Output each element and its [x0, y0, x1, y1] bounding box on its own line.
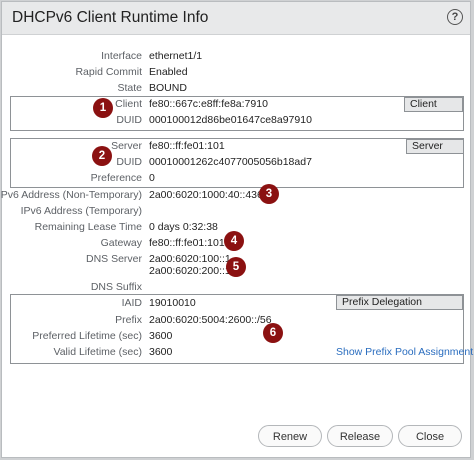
lease-time-value: 0 days 0:32:38: [149, 221, 218, 233]
ipv6-nontemp-row: IPv6 Address (Non-Temporary) 2a00:6020:1…: [0, 189, 470, 204]
dhcpv6-dialog: DHCPv6 Client Runtime Info ? Interface e…: [0, 1, 473, 458]
rapid-commit-value: Enabled: [149, 66, 188, 78]
prefix-row: Prefix 2a00:6020:5004:2600::/56: [2, 314, 470, 329]
state-value: BOUND: [149, 82, 187, 94]
state-label: State: [117, 82, 142, 94]
gateway-value: fe80::ff:fe01:101: [149, 237, 225, 249]
preferred-lifetime-value: 3600: [149, 330, 173, 342]
client-value: fe80::667c:e8ff:fe8a:7910: [149, 98, 268, 110]
preference-row: Preference 0: [2, 172, 470, 187]
client-label: Client: [115, 98, 142, 110]
annotation-badge-4: 4: [224, 231, 244, 251]
rapid-commit-row: Rapid Commit Enabled: [2, 66, 470, 81]
rapid-commit-label: Rapid Commit: [75, 66, 142, 78]
server-duid-value: 00010001262c4077005056b18ad7: [149, 156, 312, 168]
client-duid-label: DUID: [116, 114, 142, 126]
ipv6-nontemp-value: 2a00:6020:1000:40::436: [149, 189, 263, 201]
preferred-lifetime-row: Preferred Lifetime (sec) 3600: [2, 330, 470, 345]
annotation-badge-1: 1: [93, 98, 113, 118]
gateway-label: Gateway: [100, 237, 142, 249]
interface-row: Interface ethernet1/1: [2, 50, 470, 65]
interface-label: Interface: [101, 50, 142, 62]
ipv6-temp-row: IPv6 Address (Temporary): [2, 205, 470, 220]
interface-value: ethernet1/1: [149, 50, 203, 62]
annotation-badge-3: 3: [259, 184, 279, 204]
server-duid-row: DUID 00010001262c4077005056b18ad7: [2, 156, 470, 171]
valid-lifetime-value: 3600: [149, 346, 173, 358]
valid-lifetime-label: Valid Lifetime (sec): [53, 346, 142, 358]
iaid-row: IAID 19010010: [2, 297, 470, 312]
server-value: fe80::ff:fe01:101: [149, 140, 225, 152]
ipv6-temp-label: IPv6 Address (Temporary): [20, 205, 142, 217]
annotation-badge-2: 2: [92, 146, 112, 166]
dns-server-label: DNS Server: [85, 253, 142, 265]
client-row: Client fe80::667c:e8ff:fe8a:7910: [2, 98, 470, 113]
release-button[interactable]: Release: [327, 425, 393, 447]
prefix-value: 2a00:6020:5004:2600::/56: [149, 314, 272, 326]
state-row: State BOUND: [2, 82, 470, 97]
server-row: Server fe80::ff:fe01:101: [2, 140, 470, 155]
close-button[interactable]: Close: [398, 425, 462, 447]
preference-value: 0: [149, 172, 155, 184]
dns-server-value-2: 2a00:6020:200::1: [149, 265, 231, 277]
preference-label: Preference: [90, 172, 142, 184]
preferred-lifetime-label: Preferred Lifetime (sec): [32, 330, 142, 342]
ipv6-nontemp-label: IPv6 Address (Non-Temporary): [0, 189, 142, 201]
lease-time-label: Remaining Lease Time: [34, 221, 142, 233]
dialog-title: DHCPv6 Client Runtime Info: [12, 9, 209, 26]
dns-server-value-1: 2a00:6020:100::1: [149, 253, 231, 265]
show-prefix-pool-link[interactable]: Show Prefix Pool Assignment: [336, 346, 473, 358]
client-duid-value: 000100012d86be01647ce8a97910: [149, 114, 312, 126]
iaid-label: IAID: [121, 297, 142, 309]
prefix-label: Prefix: [115, 314, 142, 326]
server-duid-label: DUID: [116, 156, 142, 168]
client-duid-row: DUID 000100012d86be01647ce8a97910: [2, 114, 470, 129]
annotation-badge-6: 6: [263, 323, 283, 343]
help-icon[interactable]: ?: [447, 9, 463, 25]
dns-suffix-label: DNS Suffix: [90, 281, 142, 293]
iaid-value: 19010010: [149, 297, 196, 309]
renew-button[interactable]: Renew: [258, 425, 322, 447]
dialog-titlebar: DHCPv6 Client Runtime Info ?: [2, 2, 470, 35]
valid-lifetime-row: Valid Lifetime (sec) 3600 Show Prefix Po…: [2, 346, 473, 361]
server-label: Server: [111, 140, 142, 152]
annotation-badge-5: 5: [226, 257, 246, 277]
